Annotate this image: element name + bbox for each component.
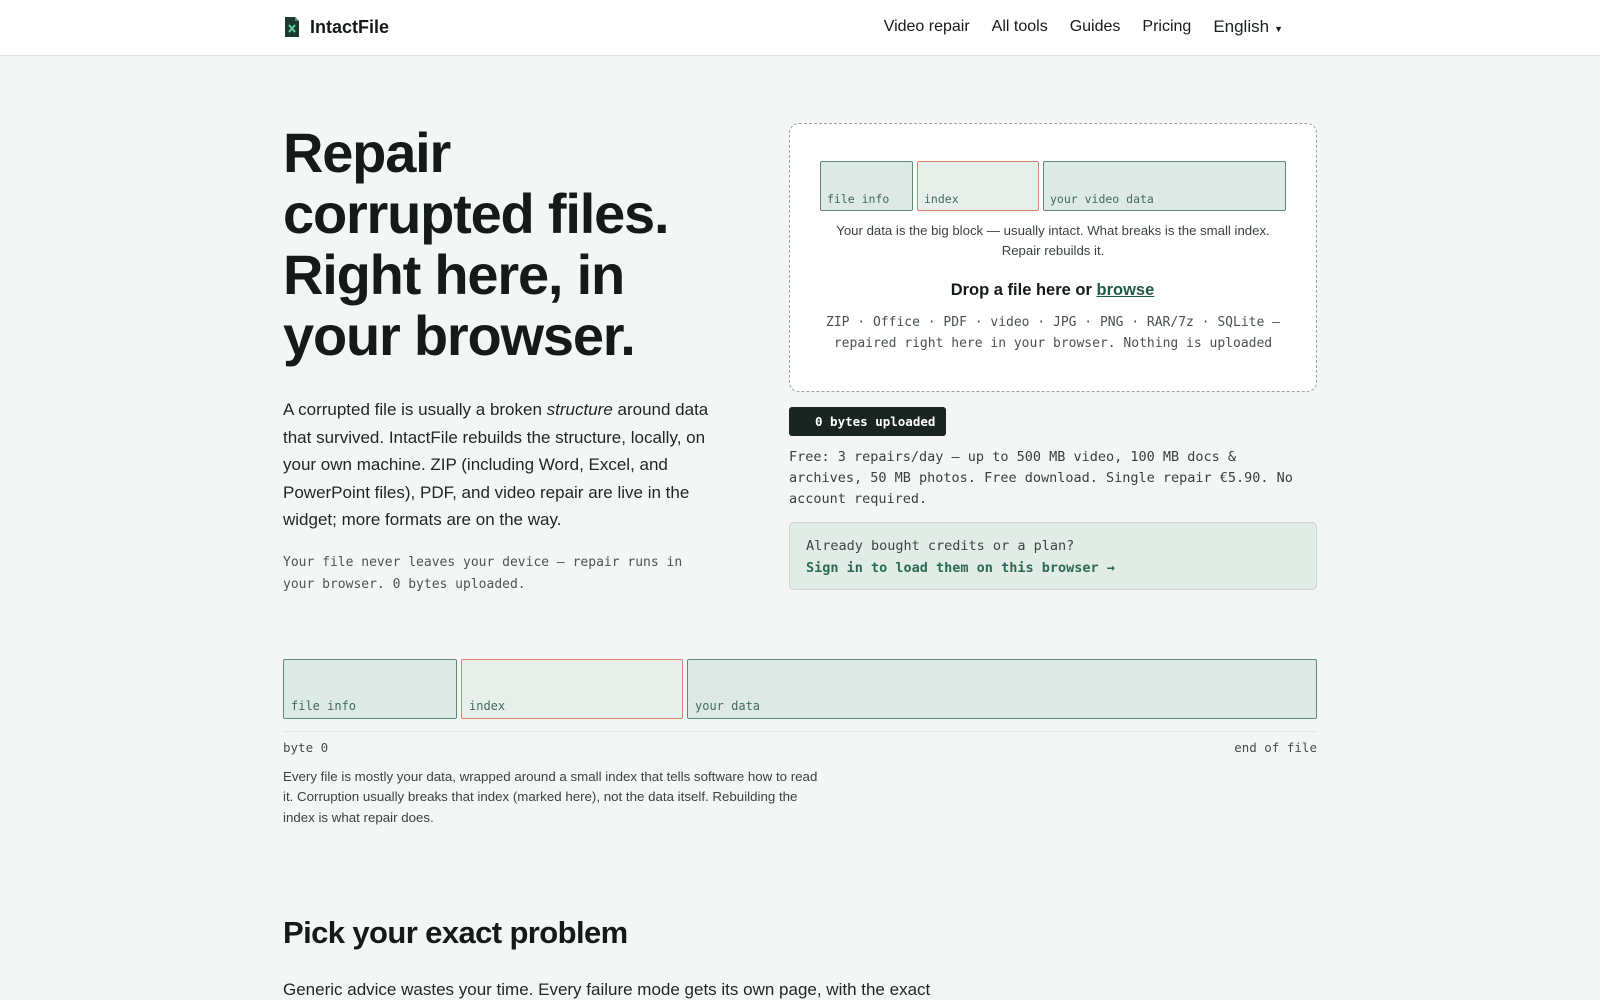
block-file-info: file info (283, 659, 457, 719)
block-label: your data (695, 699, 761, 713)
title-line-3: Right here, in (283, 243, 625, 306)
section-description: Generic advice wastes your time. Every f… (283, 980, 931, 999)
file-structure-diagram: file info index your data (283, 659, 1317, 719)
mini-block-file-info: file info (820, 161, 913, 211)
brand-logo[interactable]: IntactFile (284, 16, 389, 38)
hero-desc-part-2: around data that survived. IntactFile re… (283, 400, 709, 529)
title-line-4: your browser. (283, 304, 636, 367)
block-label: index (469, 699, 506, 713)
signin-question: Already bought credits or a plan? (806, 538, 1075, 554)
page-title: Repair corrupted files. Right here, in y… (283, 122, 723, 366)
drop-prompt: Drop a file here or browse (790, 281, 1315, 300)
top-header: IntactFile Video repair All tools Guides… (0, 0, 1600, 56)
mini-block-video-data: your video data (1043, 161, 1286, 211)
nav-video-repair[interactable]: Video repair (884, 18, 970, 36)
privacy-note: Your file never leaves your device — rep… (283, 555, 683, 592)
nav-all-tools[interactable]: All tools (992, 18, 1048, 36)
language-selector[interactable]: English ▼ (1213, 17, 1283, 37)
byte-end-label: end of file (1234, 740, 1317, 755)
hero-desc-emphasis: structure (546, 400, 613, 419)
block-index: index (461, 659, 683, 719)
dropzone-caption: Your data is the big block — usually int… (836, 223, 1270, 258)
main-nav: Video repair All tools Guides Pricing En… (884, 17, 1283, 37)
chevron-down-icon: ▼ (1274, 23, 1283, 34)
free-tier-info: Free: 3 repairs/day — up to 500 MB video… (789, 449, 1293, 507)
brand-name: IntactFile (310, 16, 390, 37)
hero-description: A corrupted file is usually a broken str… (283, 396, 728, 534)
mini-block-label: your video data (1050, 192, 1154, 206)
mini-block-label: file info (827, 192, 890, 206)
mini-block-index: index (917, 161, 1039, 211)
file-structure-mini: file info index your video data (820, 161, 1286, 211)
file-logo-icon (285, 17, 299, 37)
supported-formats: ZIP · Office · PDF · video · JPG · PNG ·… (826, 315, 1280, 351)
section-title: Pick your exact problem (283, 915, 628, 950)
block-label: file info (291, 699, 357, 713)
browse-link[interactable]: browse (1097, 281, 1155, 299)
file-dropzone[interactable]: file info index your video data Your dat… (789, 123, 1317, 392)
upload-status-badge: 0 bytes uploaded (789, 407, 947, 436)
language-label: English (1213, 17, 1270, 36)
hero-desc-part-1: A corrupted file is usually a broken (283, 400, 547, 419)
mini-block-label: index (924, 192, 959, 206)
title-line-1: Repair (283, 121, 451, 184)
diagram-caption: Every file is mostly your data, wrapped … (283, 769, 818, 825)
drop-text: Drop a file here or (950, 281, 1097, 299)
block-your-data: your data (687, 659, 1317, 719)
byte-axis (283, 731, 1317, 732)
signin-link[interactable]: Sign in to load them on this browser → (806, 556, 1300, 580)
title-line-2: corrupted files. (283, 182, 670, 245)
byte-start-label: byte 0 (283, 740, 329, 755)
signin-panel: Already bought credits or a plan? Sign i… (789, 522, 1317, 590)
nav-guides[interactable]: Guides (1070, 18, 1121, 36)
nav-pricing[interactable]: Pricing (1142, 18, 1191, 36)
